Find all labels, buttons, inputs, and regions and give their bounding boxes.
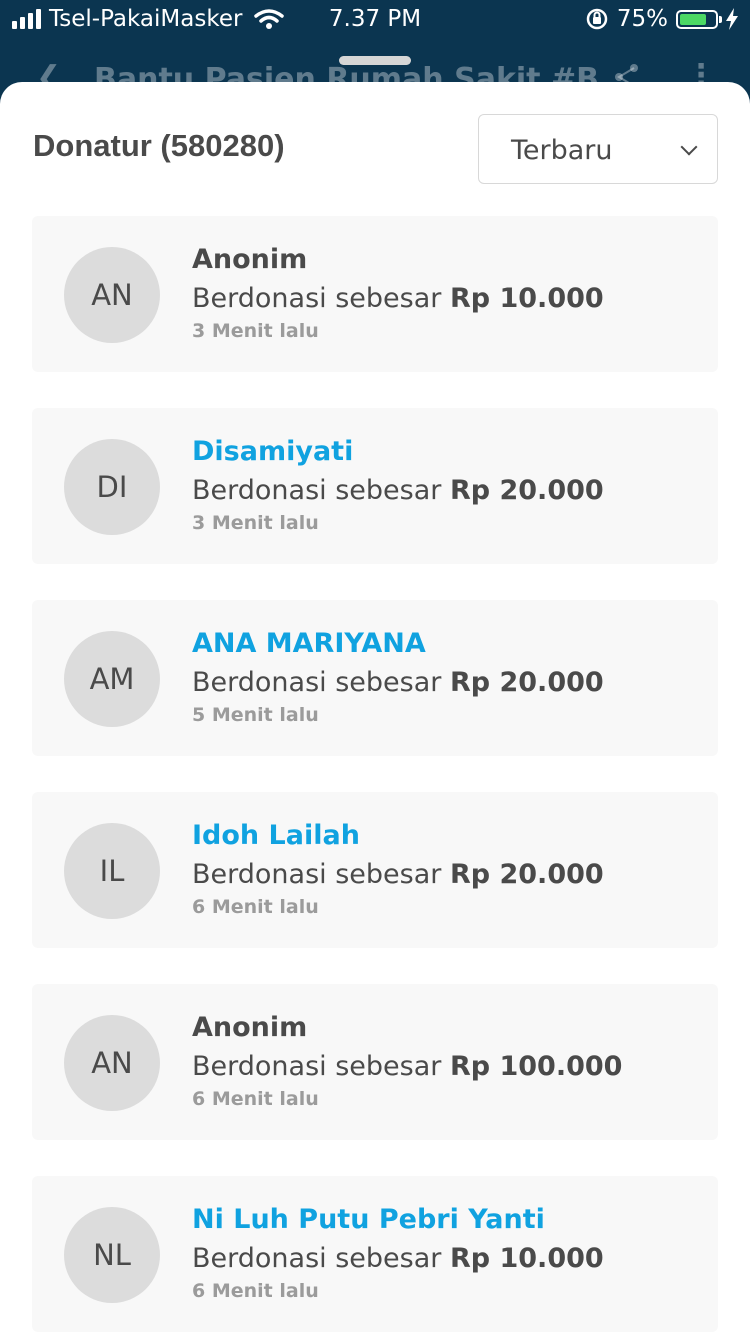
battery-icon [676, 9, 722, 29]
donation-time: 5 Menit lalu [192, 704, 319, 726]
donor-card[interactable]: NL Ni Luh Putu Pebri Yanti Berdonasi seb… [32, 1176, 718, 1332]
donation-description: Berdonasi sebesar Rp 10.000 [192, 1243, 604, 1274]
donation-time: 3 Menit lalu [192, 512, 319, 534]
orientation-lock-icon [586, 8, 608, 30]
sheet-drag-handle[interactable] [339, 56, 411, 65]
donation-prefix: Berdonasi sebesar [192, 475, 442, 506]
donation-prefix: Berdonasi sebesar [192, 1051, 442, 1082]
donor-name-link[interactable]: Idoh Lailah [192, 820, 360, 851]
donor-card[interactable]: DI Disamiyati Berdonasi sebesar Rp 20.00… [32, 408, 718, 564]
donation-time: 6 Menit lalu [192, 1088, 319, 1110]
donors-sheet: Donatur (580280) Terbaru AN Anonim Berdo… [0, 82, 750, 1334]
avatar: AN [64, 1015, 160, 1111]
sort-selected-value: Terbaru [511, 135, 613, 166]
donation-time: 6 Menit lalu [192, 896, 319, 918]
donation-time: 3 Menit lalu [192, 320, 319, 342]
donor-name-link[interactable]: ANA MARIYANA [192, 628, 426, 659]
donation-prefix: Berdonasi sebesar [192, 1243, 442, 1274]
donation-description: Berdonasi sebesar Rp 20.000 [192, 475, 604, 506]
sort-dropdown[interactable]: Terbaru [478, 114, 718, 184]
donation-description: Berdonasi sebesar Rp 20.000 [192, 667, 604, 698]
donor-card[interactable]: AN Anonim Berdonasi sebesar Rp 100.000 6… [32, 984, 718, 1140]
donation-amount: Rp 100.000 [449, 1051, 623, 1082]
donation-prefix: Berdonasi sebesar [192, 667, 442, 698]
donor-card[interactable]: AN Anonim Berdonasi sebesar Rp 10.000 3 … [32, 216, 718, 372]
donor-card[interactable]: AM ANA MARIYANA Berdonasi sebesar Rp 20.… [32, 600, 718, 756]
donation-prefix: Berdonasi sebesar [192, 283, 442, 314]
charging-bolt-icon [726, 8, 738, 30]
donor-card[interactable]: IL Idoh Lailah Berdonasi sebesar Rp 20.0… [32, 792, 718, 948]
donor-name-link[interactable]: Disamiyati [192, 436, 353, 467]
donor-name: Anonim [192, 1012, 308, 1043]
donation-amount: Rp 20.000 [449, 475, 604, 506]
donation-amount: Rp 20.000 [449, 667, 604, 698]
battery-percent: 75% [616, 6, 668, 32]
status-bar: Tsel-PakaiMasker 7.37 PM 75% [0, 0, 750, 42]
avatar: AM [64, 631, 160, 727]
avatar: NL [64, 1207, 160, 1303]
donor-name: Anonim [192, 244, 308, 275]
donation-amount: Rp 20.000 [449, 859, 604, 890]
avatar: IL [64, 823, 160, 919]
donation-description: Berdonasi sebesar Rp 10.000 [192, 283, 604, 314]
donation-amount: Rp 10.000 [449, 1243, 604, 1274]
chevron-down-icon [680, 138, 698, 156]
donor-name-link[interactable]: Ni Luh Putu Pebri Yanti [192, 1204, 545, 1235]
donation-amount: Rp 10.000 [449, 283, 604, 314]
donation-description: Berdonasi sebesar Rp 20.000 [192, 859, 604, 890]
clock: 7.37 PM [328, 6, 422, 32]
donors-title: Donatur (580280) [33, 128, 285, 163]
donation-prefix: Berdonasi sebesar [192, 859, 442, 890]
donation-time: 6 Menit lalu [192, 1280, 319, 1302]
avatar: DI [64, 439, 160, 535]
donation-description: Berdonasi sebesar Rp 100.000 [192, 1051, 622, 1082]
avatar: AN [64, 247, 160, 343]
